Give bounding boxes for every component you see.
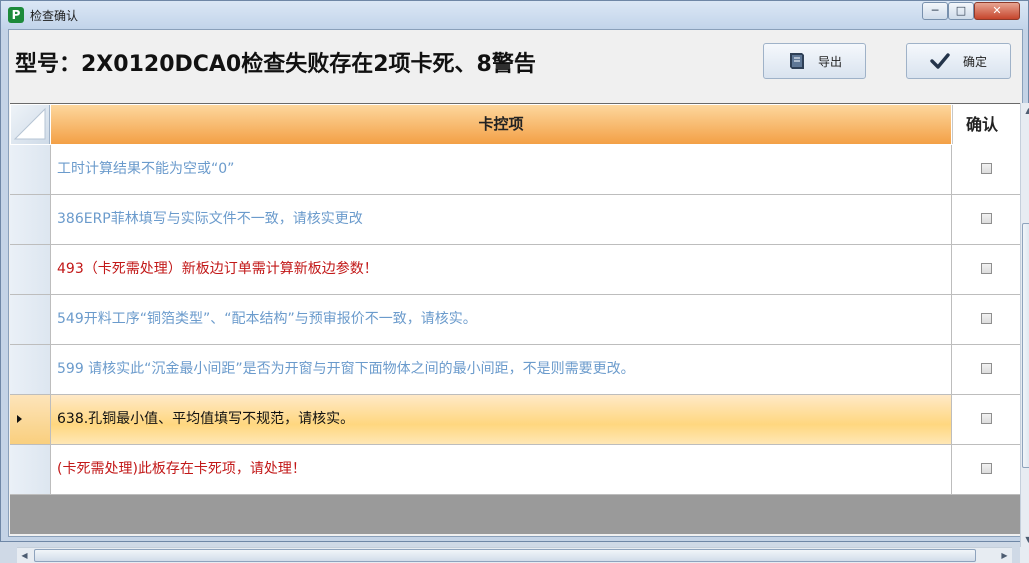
minimize-button[interactable]: ─	[922, 2, 948, 20]
confirm-cell	[951, 295, 1021, 344]
check-item-text[interactable]: (卡死需处理)此板存在卡死项，请处理！	[57, 445, 306, 494]
maximize-button[interactable]: □	[948, 2, 974, 20]
resize-grip[interactable]	[1020, 547, 1029, 563]
export-button[interactable]: 导出	[763, 43, 866, 79]
confirm-cell	[951, 145, 1021, 194]
table-row[interactable]: 386ERP菲林填写与实际文件不一致，请核实更改	[10, 195, 1021, 245]
horizontal-scrollbar[interactable]: ◀ ▶	[17, 547, 1012, 563]
table-row[interactable]: 工时计算结果不能为空或“0”	[10, 145, 1021, 195]
scroll-up-arrow-icon[interactable]: ▲	[1021, 103, 1029, 118]
table-row[interactable]: 493（卡死需处理）新板边订单需计算新板边参数！	[10, 245, 1021, 295]
confirm-cell	[951, 345, 1021, 394]
title-bar[interactable]: P 检查确认 ─ □ ✕	[1, 1, 1028, 29]
dialog-body: 型号：2X0120DCA0检查失败存在2项卡死、8警告 导出 确定 卡控项 确认…	[8, 29, 1029, 563]
scroll-down-arrow-icon[interactable]: ▼	[1021, 532, 1029, 547]
check-item-text[interactable]: 386ERP菲林填写与实际文件不一致，请核实更改	[57, 195, 363, 244]
grid-rows: 工时计算结果不能为空或“0” 386ERP菲林填写与实际文件不一致，请核实更改 49…	[10, 145, 1021, 495]
window-title: 检查确认	[30, 9, 79, 23]
confirm-checkbox[interactable]	[981, 413, 992, 424]
check-item-text[interactable]: 599 请核实此“沉金最小间距”是否为开窗与开窗下面物体之间的最小间距，不是则需…	[57, 345, 635, 394]
grid-header: 卡控项 确认	[10, 104, 1021, 145]
check-items-grid: 卡控项 确认 工时计算结果不能为空或“0” 386ERP菲林填写与实际文件不一致，…	[10, 103, 1021, 534]
column-header-confirm[interactable]: 确认	[952, 105, 1021, 144]
vertical-scrollbar[interactable]: ▲ ▼	[1020, 103, 1029, 547]
horizontal-scroll-thumb[interactable]	[34, 549, 976, 562]
confirm-checkbox[interactable]	[981, 163, 992, 174]
confirm-checkbox[interactable]	[981, 263, 992, 274]
column-header-check-item[interactable]: 卡控项	[51, 105, 951, 144]
confirm-cell	[951, 195, 1021, 244]
book-icon	[790, 53, 804, 69]
row-header[interactable]	[10, 195, 51, 244]
vertical-scroll-thumb[interactable]	[1022, 223, 1029, 468]
table-row[interactable]: 549开料工序“铜箔类型”、“配本结构”与预审报价不一致，请核实。	[10, 295, 1021, 345]
confirm-button[interactable]: 确定	[906, 43, 1011, 79]
row-header[interactable]	[10, 295, 51, 344]
confirm-checkbox[interactable]	[981, 313, 992, 324]
check-item-text[interactable]: 工时计算结果不能为空或“0”	[57, 145, 234, 194]
confirm-label: 确定	[963, 54, 988, 69]
table-row[interactable]: 599 请核实此“沉金最小间距”是否为开窗与开窗下面物体之间的最小间距，不是则需…	[10, 345, 1021, 395]
row-header[interactable]	[10, 345, 51, 394]
row-header[interactable]	[10, 395, 51, 444]
confirm-checkbox[interactable]	[981, 463, 992, 474]
table-row[interactable]: 638.孔铜最小值、平均值填写不规范，请核实。	[10, 395, 1021, 445]
checkmark-icon	[930, 53, 950, 69]
confirm-checkbox[interactable]	[981, 363, 992, 374]
export-label: 导出	[818, 54, 843, 69]
row-header[interactable]	[10, 145, 51, 194]
confirm-checkbox[interactable]	[981, 213, 992, 224]
check-item-text[interactable]: 493（卡死需处理）新板边订单需计算新板边参数！	[57, 245, 378, 294]
confirm-cell	[951, 395, 1021, 444]
check-item-text[interactable]: 638.孔铜最小值、平均值填写不规范，请核实。	[57, 395, 354, 444]
app-logo-icon: P	[8, 7, 24, 23]
scroll-right-arrow-icon[interactable]: ▶	[997, 548, 1012, 563]
confirm-cell	[951, 245, 1021, 294]
page-title: 型号：2X0120DCA0检查失败存在2项卡死、8警告	[15, 52, 536, 77]
row-header[interactable]	[10, 245, 51, 294]
app-window: P 检查确认 ─ □ ✕ 型号：2X0120DCA0检查失败存在2项卡死、8警告…	[0, 0, 1029, 563]
select-all-corner[interactable]	[11, 105, 50, 144]
corner-triangle-icon	[13, 107, 46, 140]
confirm-cell	[951, 445, 1021, 494]
row-header[interactable]	[10, 445, 51, 494]
scroll-left-arrow-icon[interactable]: ◀	[17, 548, 32, 563]
check-item-text[interactable]: 549开料工序“铜箔类型”、“配本结构”与预审报价不一致，请核实。	[57, 295, 477, 344]
close-button[interactable]: ✕	[974, 2, 1020, 20]
current-row-pointer-icon	[17, 415, 22, 423]
table-row[interactable]: (卡死需处理)此板存在卡死项，请处理！	[10, 445, 1021, 495]
